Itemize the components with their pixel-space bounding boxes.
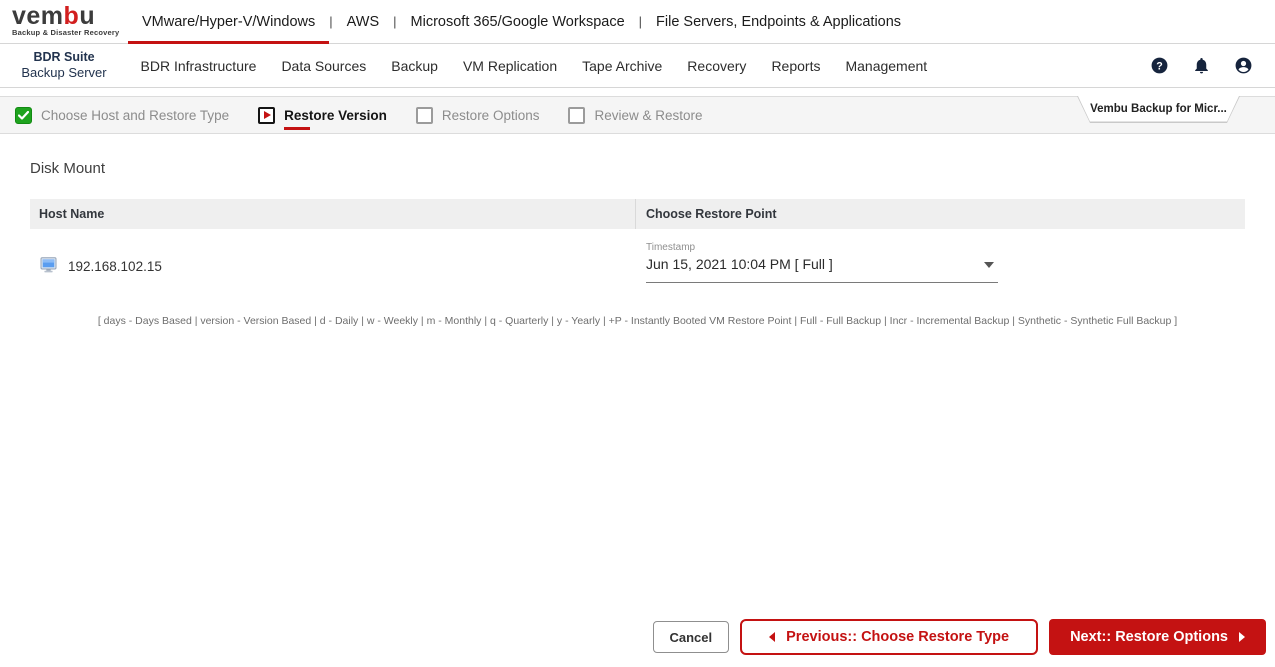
step-restore-options[interactable]: Restore Options — [415, 106, 540, 124]
user-account-icon[interactable] — [1234, 56, 1253, 75]
table-header-row: Host Name Choose Restore Point — [30, 199, 1245, 229]
app-bar: BDR Suite Backup Server BDR Infrastructu… — [0, 44, 1275, 88]
previous-button-label: Previous:: Choose Restore Type — [786, 629, 1010, 645]
arrow-left-icon — [769, 632, 776, 642]
top-bar: vembu Backup & Disaster Recovery VMware/… — [0, 0, 1275, 44]
empty-checkbox-icon — [415, 106, 433, 124]
help-icon[interactable]: ? — [1150, 56, 1169, 75]
logo-part: u — [79, 2, 96, 30]
context-tab[interactable]: Vembu Backup for Micr... — [1077, 96, 1240, 123]
menu-vm-replication[interactable]: VM Replication — [450, 58, 569, 74]
top-nav-aws[interactable]: AWS — [333, 0, 394, 43]
step-label: Choose Host and Restore Type — [41, 107, 230, 123]
step-review-and-restore[interactable]: Review & Restore — [568, 106, 703, 124]
step-choose-host-and-restore-type[interactable]: Choose Host and Restore Type — [15, 106, 230, 124]
arrow-right-icon — [1239, 632, 1245, 642]
red-play-icon — [258, 106, 276, 124]
menu-bdr-infrastructure[interactable]: BDR Infrastructure — [128, 58, 269, 74]
column-header-host-name: Host Name — [30, 199, 636, 229]
vembu-logo[interactable]: vembu Backup & Disaster Recovery — [0, 0, 128, 43]
host-name-cell: 192.168.102.15 — [30, 229, 636, 304]
step-label: Restore Options — [441, 107, 540, 123]
table-row: 192.168.102.15 Timestamp Jun 15, 2021 10… — [30, 229, 1245, 304]
product-subtitle: Backup Server — [21, 65, 107, 81]
caret-down-icon — [984, 262, 994, 268]
previous-button[interactable]: Previous:: Choose Restore Type — [740, 619, 1039, 655]
context-tab-label: Vembu Backup for Micr... — [1078, 96, 1239, 122]
top-nav-vmware-hyperv-windows[interactable]: VMware/Hyper-V/Windows — [128, 0, 330, 44]
restore-point-cell: Timestamp Jun 15, 2021 10:04 PM [ Full ] — [636, 229, 1245, 304]
timestamp-selected-value: Jun 15, 2021 10:04 PM [ Full ] — [646, 256, 833, 272]
page: vembu Backup & Disaster Recovery VMware/… — [0, 0, 1275, 667]
app-bar-icons: ? — [1150, 56, 1275, 75]
green-check-icon — [15, 106, 32, 124]
next-button[interactable]: Next:: Restore Options — [1049, 619, 1266, 655]
column-header-choose-restore-point: Choose Restore Point — [646, 207, 777, 221]
svg-text:?: ? — [1156, 60, 1163, 72]
product-switcher-nav: VMware/Hyper-V/Windows AWS Microsoft 365… — [128, 0, 915, 44]
empty-checkbox-icon — [568, 106, 586, 124]
top-nav-file-servers-endpoints[interactable]: File Servers, Endpoints & Applications — [642, 0, 915, 43]
timestamp-dropdown[interactable]: Timestamp Jun 15, 2021 10:04 PM [ Full ] — [646, 242, 998, 283]
wizard-steps-bar: Choose Host and Restore Type Restore Ver… — [0, 96, 1275, 134]
main-content: Disk Mount Host Name Choose Restore Poin… — [0, 134, 1275, 327]
footer-actions: Cancel Previous:: Choose Restore Type Ne… — [652, 619, 1266, 655]
page-title: Disk Mount — [30, 160, 106, 177]
menu-backup[interactable]: Backup — [379, 58, 451, 74]
restore-point-legend: [ days - Days Based | version - Version … — [97, 315, 1178, 327]
vembu-logo-wordmark: vembu — [12, 2, 128, 30]
next-button-label: Next:: Restore Options — [1070, 629, 1228, 645]
menu-data-sources[interactable]: Data Sources — [269, 58, 379, 74]
step-label: Restore Version — [284, 107, 387, 130]
menu-recovery[interactable]: Recovery — [675, 58, 759, 74]
disk-mount-table: Host Name Choose Restore Point 192.168.1… — [30, 199, 1245, 327]
menu-management[interactable]: Management — [833, 58, 940, 74]
step-label: Review & Restore — [594, 107, 703, 123]
logo-part: vem — [12, 2, 64, 30]
menu-tape-archive[interactable]: Tape Archive — [570, 58, 675, 74]
notification-bell-icon[interactable] — [1192, 56, 1211, 75]
host-name: 192.168.102.15 — [68, 259, 162, 274]
logo-part-red: b — [63, 2, 80, 30]
cancel-button[interactable]: Cancel — [652, 621, 730, 653]
computer-icon — [40, 257, 57, 276]
timestamp-field-label: Timestamp — [646, 242, 696, 253]
step-restore-version[interactable]: Restore Version — [258, 106, 387, 130]
logo-tagline: Backup & Disaster Recovery — [12, 28, 120, 37]
product-identity: BDR Suite Backup Server — [0, 50, 128, 82]
product-name: BDR Suite — [33, 49, 95, 64]
main-menu: BDR Infrastructure Data Sources Backup V… — [128, 58, 940, 74]
top-nav-m365-google-workspace[interactable]: Microsoft 365/Google Workspace — [397, 0, 639, 43]
menu-reports[interactable]: Reports — [759, 58, 833, 74]
